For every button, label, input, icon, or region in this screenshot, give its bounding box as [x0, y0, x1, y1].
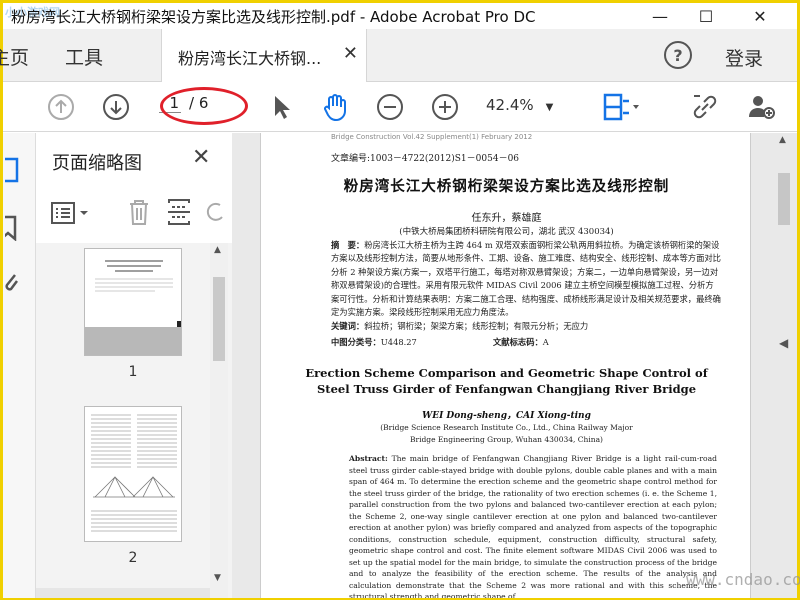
- tab-tools[interactable]: 工具: [65, 43, 103, 70]
- add-user-icon: [749, 96, 775, 119]
- close-icon: ✕: [753, 6, 767, 26]
- link-icon: [693, 95, 717, 119]
- next-page-button[interactable]: [100, 91, 132, 123]
- tab-row: 主页 工具 粉房湾长江大桥钢... ✕ ? 登录: [0, 29, 797, 83]
- thumbnail-page-2-preview: [91, 414, 177, 532]
- thumbnails-panel-icon[interactable]: [5, 157, 19, 183]
- english-abstract-text: The main bridge of Fenfangwan Changjiang…: [349, 454, 717, 598]
- chinese-abstract-text: 粉房湾长江大桥主桥为主跨 464 m 双塔双索面钢桁梁公轨两用斜拉桥。为确定该桥…: [331, 240, 721, 318]
- chevron-down-icon: ▼: [545, 102, 554, 113]
- classification-label: 中图分类号：: [331, 337, 381, 347]
- page-display-button[interactable]: [599, 91, 643, 123]
- rotate-icon[interactable]: [206, 197, 226, 227]
- zoom-out-button[interactable]: [374, 91, 406, 123]
- thumbnail-page-1-preview: [85, 249, 181, 355]
- chinese-abstract: 摘 要：粉房湾长江大桥主桥为主跨 464 m 双塔双索面钢桁梁公轨两用斜拉桥。为…: [331, 239, 721, 319]
- zoom-in-button[interactable]: [429, 91, 461, 123]
- bookmark-icon[interactable]: [5, 215, 19, 241]
- close-window-button[interactable]: ✕: [737, 3, 783, 29]
- pdf-page: Bridge Construction Vol.42 Supplement(1)…: [260, 133, 751, 598]
- thumbnail-page-2[interactable]: [84, 406, 182, 542]
- window-title: 粉房湾长江大桥钢桁梁架设方案比选及线形控制.pdf - Adobe Acroba…: [11, 8, 536, 26]
- classification-line: 中图分类号：U448.27 文献标志码：A: [331, 336, 721, 348]
- thumbnail-page-1-number: 1: [128, 364, 138, 380]
- chinese-title: 粉房湾长江大桥钢桁梁架设方案比选及线形控制: [343, 178, 670, 195]
- page-header: Bridge Construction Vol.42 Supplement(1)…: [331, 133, 533, 141]
- chinese-affiliation: (中铁大桥局集团桥科研院有限公司，湖北 武汉 430034): [399, 227, 614, 237]
- thumbnail-toolbar: [36, 191, 232, 235]
- english-affiliation: (Bridge Science Research Institute Co., …: [261, 422, 750, 445]
- article-number: 文章编号:1003－4722(2012)S1－0054－06: [331, 154, 520, 164]
- minimize-icon: —: [652, 6, 668, 26]
- cursor-arrow-icon: [275, 96, 290, 119]
- chinese-keywords: 关键词：斜拉桥；钢桁梁；架梁方案；线形控制；有限元分析；无应力: [331, 320, 721, 332]
- chinese-keywords-text: 斜拉桥；钢桁梁；架梁方案；线形控制；有限元分析；无应力: [364, 321, 589, 331]
- share-link-button[interactable]: [689, 91, 721, 123]
- thumbnail-scrollbar[interactable]: ▲ ▼: [210, 243, 228, 598]
- zoom-value: 42.4%: [486, 96, 534, 114]
- thumbnails-pane: 页面缩略图 ✕ 1 2 ▲ ▼: [36, 133, 232, 598]
- close-pane-icon[interactable]: ✕: [192, 145, 210, 170]
- document-scroll-thumb[interactable]: [778, 173, 790, 225]
- scroll-up-icon[interactable]: ▲: [214, 245, 221, 255]
- plus-circle-icon: [432, 94, 458, 120]
- add-user-button[interactable]: [745, 91, 777, 123]
- zoom-select[interactable]: 42.4% ▼: [486, 96, 553, 114]
- tab-document[interactable]: 粉房湾长江大桥钢... ✕: [161, 29, 367, 83]
- left-rail: [3, 133, 36, 598]
- hand-tool-button[interactable]: [319, 91, 351, 123]
- english-title-line-1: Erection Scheme Comparison and Geometric…: [305, 366, 708, 380]
- english-title-line-2: Steel Truss Girder of Fenfangwan Changji…: [316, 382, 697, 396]
- toolbar: 1/ 6 42.4% ▼: [3, 82, 797, 132]
- thumbnail-scroll-thumb[interactable]: [213, 277, 225, 361]
- document-code-label: 文献标志码：: [493, 337, 543, 347]
- document-scrollbar[interactable]: ▲: [775, 133, 793, 598]
- thumbnail-page-2-number: 2: [128, 550, 138, 566]
- thumbnail-list: 1 2 ▲ ▼: [36, 243, 232, 598]
- fit-page-icon: [603, 93, 639, 121]
- arrow-up-circle-icon: [48, 94, 74, 120]
- document-area: Bridge Construction Vol.42 Supplement(1)…: [232, 133, 797, 598]
- english-affiliation-line-2: Bridge Engineering Group, Wuhan 430034, …: [410, 434, 603, 444]
- expand-right-icon[interactable]: ◀: [779, 336, 788, 350]
- thumbnails-heading: 页面缩略图: [52, 153, 142, 174]
- insert-page-icon[interactable]: [166, 197, 192, 227]
- attachment-icon[interactable]: [5, 269, 19, 295]
- title-bar: 小小游戏网 粉房湾长江大桥钢桁梁架设方案比选及线形控制.pdf - Adobe …: [3, 3, 797, 29]
- minimize-button[interactable]: —: [637, 3, 683, 29]
- minus-circle-icon: [377, 94, 403, 120]
- english-affiliation-line-1: (Bridge Science Research Institute Co., …: [380, 423, 633, 432]
- english-abstract: Abstract: The main bridge of Fenfangwan …: [349, 453, 717, 598]
- tab-close-icon[interactable]: ✕: [343, 43, 358, 64]
- english-abstract-label: Abstract:: [349, 454, 388, 463]
- chinese-keywords-label: 关键词：: [331, 321, 365, 331]
- thumbnail-page-1[interactable]: [84, 248, 182, 356]
- document-code: 文献标志码：A: [493, 336, 549, 348]
- classification-code: U448.27: [380, 337, 417, 347]
- doc-scroll-up-icon[interactable]: ▲: [779, 135, 786, 145]
- help-icon: ?: [673, 45, 683, 65]
- hand-icon: [324, 94, 346, 122]
- highlight-ellipse: [160, 87, 248, 125]
- document-code-value: A: [542, 337, 549, 347]
- thumbnail-hscrollbar[interactable]: [36, 588, 210, 598]
- watermark-bottom-right: www.cndao.com: [686, 570, 800, 589]
- english-authors: WEI Dong-sheng，CAI Xiong-ting: [422, 411, 591, 421]
- tab-home[interactable]: 主页: [0, 43, 29, 70]
- tab-document-label: 粉房湾长江大桥钢...: [178, 49, 322, 68]
- help-button[interactable]: ?: [664, 41, 692, 69]
- select-tool-button[interactable]: [265, 91, 297, 123]
- trash-icon[interactable]: [126, 197, 152, 227]
- options-menu-icon[interactable]: [50, 201, 90, 225]
- arrow-down-circle-icon: [103, 94, 129, 120]
- login-button[interactable]: 登录: [725, 44, 763, 71]
- maximize-button[interactable]: ☐: [683, 3, 729, 29]
- prev-page-button[interactable]: [45, 91, 77, 123]
- english-title: Erection Scheme Comparison and Geometric…: [261, 365, 750, 397]
- chinese-abstract-label: 摘 要：: [331, 240, 365, 250]
- scroll-down-icon[interactable]: ▼: [214, 573, 221, 583]
- maximize-icon: ☐: [698, 6, 714, 26]
- chinese-authors: 任东升，蔡雄庭: [471, 213, 542, 224]
